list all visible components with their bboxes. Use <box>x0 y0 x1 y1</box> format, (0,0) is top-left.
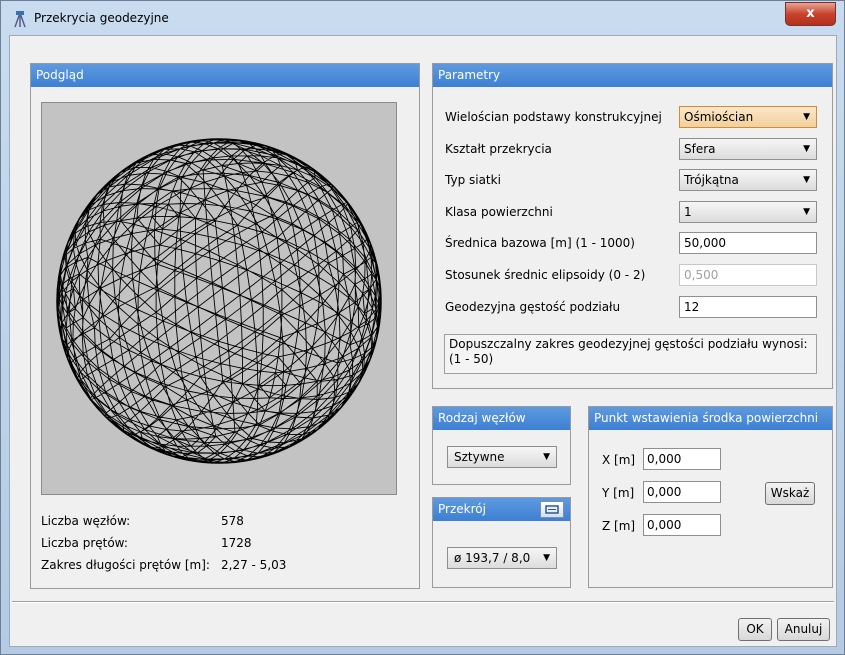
chevron-down-icon: ▼ <box>803 144 810 154</box>
x-field[interactable]: 0,000 <box>643 448 721 470</box>
insertion-point-header: Punkt wstawienia środka powierzchni <box>589 407 832 430</box>
z-field[interactable]: 0,000 <box>643 514 721 536</box>
chevron-down-icon: ▼ <box>543 452 550 462</box>
param-select[interactable]: Trójkątna ▼ <box>679 169 817 191</box>
stat-value: 1728 <box>221 536 252 550</box>
close-button[interactable]: x <box>785 2 836 26</box>
node-type-value: Sztywne <box>454 450 505 464</box>
param-input[interactable]: 50,000 <box>679 232 817 254</box>
title-bar[interactable]: Przekrycia geodezyjne x <box>1 1 844 37</box>
z-label: Z [m] <box>602 519 636 533</box>
stat-label: Liczba węzłów: <box>41 514 131 528</box>
param-label: Klasa powierzchni <box>445 205 553 219</box>
param-label: Wielościan podstawy konstrukcyjnej <box>445 110 662 124</box>
window-title: Przekrycia geodezyjne <box>34 11 169 25</box>
param-label: Typ siatki <box>445 173 501 187</box>
section-panel: Przekrój ø 193,7 / 8,0 ▼ <box>432 497 571 588</box>
chevron-down-icon: ▼ <box>543 553 550 563</box>
param-select-value: 1 <box>684 205 692 219</box>
preview-panel: Podgląd Liczba węzłów: 578 Liczba prętów: 1… <box>30 63 420 589</box>
section-value: ø 193,7 / 8,0 <box>454 551 531 565</box>
edit-section-icon <box>545 505 559 514</box>
sphere-wireframe <box>57 138 381 464</box>
param-select-value: Ośmiościan <box>684 110 754 124</box>
section-header-label: Przekrój <box>438 502 486 516</box>
geodesic-sphere-render <box>56 138 382 464</box>
y-field[interactable]: 0,000 <box>643 481 721 503</box>
dialog-window: Przekrycia geodezyjne x Podgląd Liczba w… <box>0 0 845 655</box>
preview-header: Podgląd <box>31 64 419 87</box>
chevron-down-icon: ▼ <box>803 207 810 217</box>
parameters-panel: Parametry Wielościan podstawy konstrukcy… <box>432 63 833 389</box>
stat-label: Liczba prętów: <box>41 536 128 550</box>
param-select-value: Trójkątna <box>684 173 739 187</box>
footer-separator <box>12 601 834 603</box>
chevron-down-icon: ▼ <box>803 112 810 122</box>
ok-button[interactable]: OK <box>738 618 772 641</box>
chevron-down-icon: ▼ <box>803 175 810 185</box>
param-input: 0,500 <box>679 264 817 286</box>
surveyor-icon <box>14 11 26 28</box>
edit-section-button[interactable] <box>540 501 564 518</box>
node-type-select[interactable]: Sztywne ▼ <box>447 446 557 468</box>
dialog-body: Podgląd Liczba węzłów: 578 Liczba prętów: 1… <box>9 35 837 647</box>
stat-value: 2,27 - 5,03 <box>221 558 287 572</box>
preview-viewport[interactable] <box>41 102 397 495</box>
pick-point-button[interactable]: Wskaż <box>765 482 815 505</box>
section-select[interactable]: ø 193,7 / 8,0 ▼ <box>447 547 557 569</box>
param-label: Geodezyjna gęstość podziału <box>445 300 621 314</box>
stat-label: Zakres długości prętów [m]: <box>41 558 210 572</box>
insertion-point-panel: Punkt wstawienia środka powierzchni X [m… <box>588 406 833 588</box>
parameters-header: Parametry <box>433 64 832 87</box>
density-range-info: Dopuszczalny zakres geodezyjnej gęstości… <box>444 334 817 374</box>
y-label: Y [m] <box>602 486 635 500</box>
cancel-button[interactable]: Anuluj <box>777 618 830 641</box>
param-select[interactable]: 1 ▼ <box>679 201 817 223</box>
param-label: Średnica bazowa [m] (1 - 1000) <box>445 236 635 250</box>
param-select[interactable]: Ośmiościan ▼ <box>679 106 817 128</box>
param-input[interactable]: 12 <box>679 296 817 318</box>
stat-value: 578 <box>221 514 244 528</box>
node-type-panel: Rodzaj węzłów Sztywne ▼ <box>432 406 571 485</box>
param-select-value: Sfera <box>684 142 716 156</box>
param-select[interactable]: Sfera ▼ <box>679 138 817 160</box>
param-label: Stosunek średnic elipsoidy (0 - 2) <box>445 268 646 282</box>
node-type-header: Rodzaj węzłów <box>433 407 570 430</box>
param-label: Kształt przekrycia <box>445 142 552 156</box>
x-label: X [m] <box>602 453 636 467</box>
